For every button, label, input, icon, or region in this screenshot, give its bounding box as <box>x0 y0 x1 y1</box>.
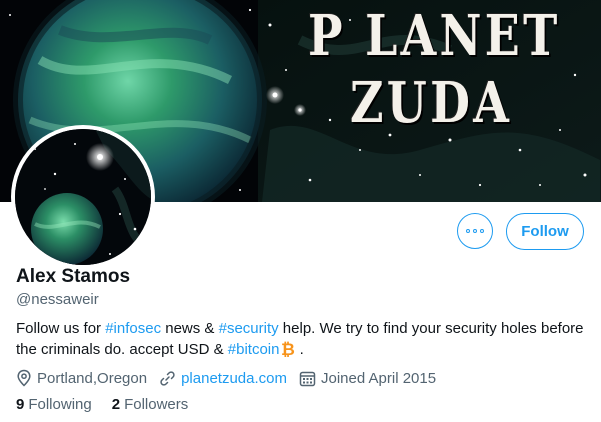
avatar-image <box>15 129 151 265</box>
profile-handle: @nessaweir <box>16 291 99 308</box>
bitcoin-icon: ₿ <box>281 340 295 360</box>
location-pin-icon <box>17 369 31 387</box>
location-text: Portland,Oregon <box>37 369 148 387</box>
svg-text:₿: ₿ <box>281 340 295 357</box>
bio-text: . <box>295 341 304 358</box>
more-horizontal-icon <box>466 229 484 233</box>
profile-name: Alex Stamos <box>16 266 131 287</box>
follow-counts: 9 Following 2 Followers <box>16 396 208 413</box>
more-options-button[interactable] <box>457 213 493 249</box>
calendar-icon <box>299 371 316 386</box>
location-item: Portland,Oregon <box>16 369 147 387</box>
hashtag-link[interactable]: #security <box>219 320 279 337</box>
followers-link[interactable]: 2 Followers <box>112 396 189 413</box>
bio-text: news & <box>161 320 219 337</box>
following-link[interactable]: 9 Following <box>16 396 92 413</box>
link-icon <box>160 370 175 386</box>
bio-text: Follow us for <box>16 320 106 337</box>
website-link[interactable]: planetzuda.com <box>181 370 287 387</box>
followers-count: 2 <box>111 396 121 413</box>
joined-item: Joined April 2015 <box>299 370 436 387</box>
profile-bio: Follow us for #infosec news & #security … <box>16 318 586 360</box>
following-count: 9 <box>16 396 25 413</box>
profile-meta: Portland,Oregon planetzuda.com Joined Ap… <box>16 367 448 389</box>
following-label: Following <box>28 396 92 413</box>
hashtag-link[interactable]: #infosec <box>105 320 161 337</box>
avatar[interactable] <box>11 125 155 269</box>
joined-text: Joined April 2015 <box>320 369 437 387</box>
followers-label: Followers <box>124 396 189 413</box>
website-item[interactable]: planetzuda.com <box>159 370 287 387</box>
profile-header: P LANET ZUDA Follow Alex Stamos @nessawe… <box>0 0 601 422</box>
hashtag-link[interactable]: #bitcoin <box>228 341 280 358</box>
follow-button[interactable]: Follow <box>506 213 584 250</box>
